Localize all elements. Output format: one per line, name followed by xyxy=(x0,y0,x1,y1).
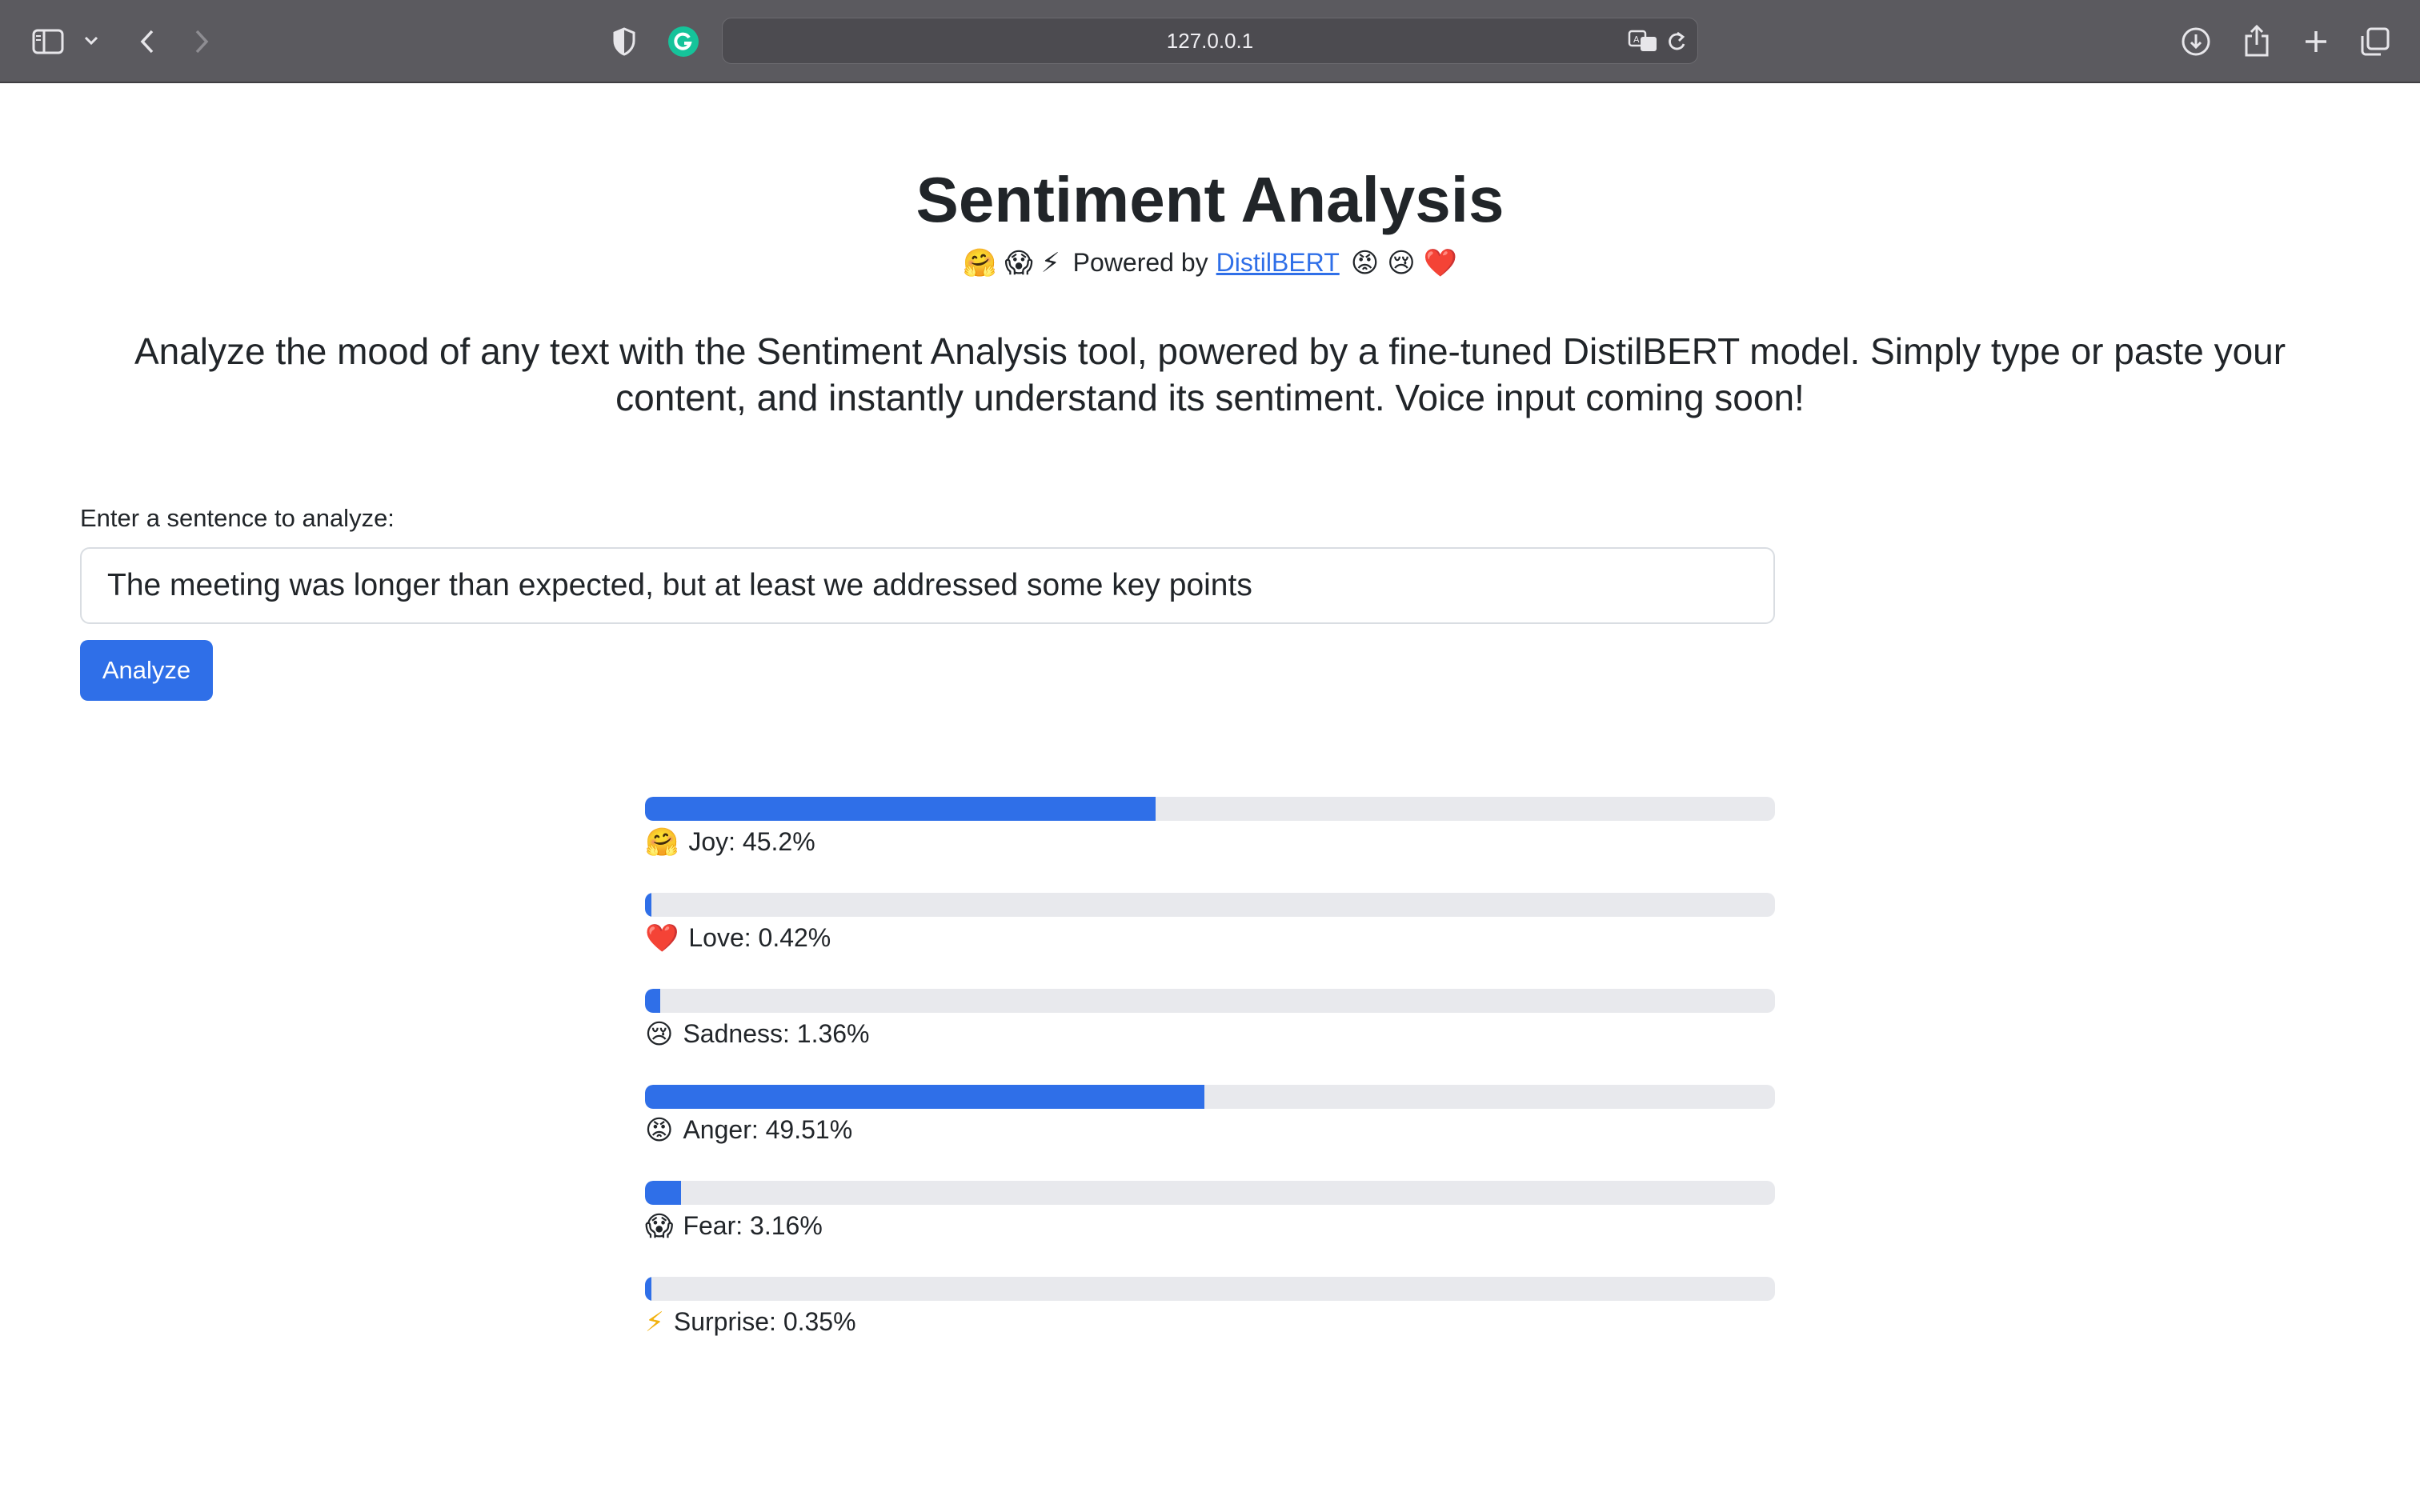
translate-icon[interactable]: A xyxy=(1627,26,1659,55)
progress-fill xyxy=(645,1181,681,1205)
distilbert-link[interactable]: DistilBERT xyxy=(1216,248,1340,278)
intro-description: Analyze the mood of any text with the Se… xyxy=(134,330,2286,418)
downloads-icon[interactable] xyxy=(2178,24,2214,59)
forward-icon[interactable] xyxy=(186,24,218,59)
result-text: Sadness: 1.36% xyxy=(683,1019,870,1048)
result-item-surprise: ⚡ Surprise: 0.35% xyxy=(645,1277,1775,1373)
result-label-row: 😡 Anger: 49.51% xyxy=(645,1115,852,1145)
privacy-shield-icon[interactable] xyxy=(610,24,639,59)
result-item-love: ❤️ Love: 0.42% xyxy=(645,893,1775,989)
result-label-row: ⚡ Surprise: 0.35% xyxy=(645,1307,856,1337)
angry-emoji-icon: 😡 xyxy=(1350,246,1380,279)
progress-fill xyxy=(645,1277,652,1301)
powered-by-line: 🤗 😱 ⚡ Powered by DistilBERT 😡 😢 ❤️ xyxy=(0,248,2420,278)
reload-icon[interactable] xyxy=(1664,28,1689,54)
progress-fill xyxy=(645,1085,1205,1109)
sentence-input[interactable] xyxy=(80,547,1775,624)
sidebar-toggle-icon[interactable] xyxy=(29,24,67,59)
progress-fill xyxy=(645,989,661,1013)
results-list: 🤗 Joy: 45.2% ❤️ Love: 0.42% 😢 Sadness: 1… xyxy=(645,797,1775,1373)
crying-emoji-icon: 😢 xyxy=(645,1018,674,1050)
progress-track xyxy=(645,1277,1775,1301)
result-text: Joy: 45.2% xyxy=(688,827,815,856)
progress-track xyxy=(645,797,1775,821)
share-icon[interactable] xyxy=(2239,21,2274,61)
result-item-anger: 😡 Anger: 49.51% xyxy=(645,1085,1775,1181)
progress-track xyxy=(645,989,1775,1013)
result-label-row: ❤️ Love: 0.42% xyxy=(645,923,831,953)
new-tab-icon[interactable] xyxy=(2298,24,2334,59)
result-item-fear: 😱 Fear: 3.16% xyxy=(645,1181,1775,1277)
progress-track xyxy=(645,1181,1775,1205)
svg-text:A: A xyxy=(1633,34,1640,45)
url-text: 127.0.0.1 xyxy=(1166,28,1254,53)
analyze-button[interactable]: Analyze xyxy=(80,640,213,701)
scream-emoji-icon: 😱 xyxy=(1004,246,1033,279)
grammarly-extension-icon[interactable] xyxy=(667,26,699,58)
page-title: Sentiment Analysis xyxy=(916,164,1504,235)
hugging-face-emoji-icon: 🤗 xyxy=(645,826,679,858)
powered-by-text: Powered by xyxy=(1072,248,1208,277)
result-label-row: 😢 Sadness: 1.36% xyxy=(645,1019,870,1049)
progress-fill xyxy=(645,797,1156,821)
hugging-face-emoji-icon: 🤗 xyxy=(963,246,997,279)
progress-track xyxy=(645,1085,1775,1109)
browser-toolbar: 127.0.0.1 A xyxy=(0,0,2420,83)
page-content: Sentiment Analysis 🤗 😱 ⚡ Powered by Dist… xyxy=(0,83,2420,1512)
result-text: Surprise: 0.35% xyxy=(673,1307,856,1336)
result-item-joy: 🤗 Joy: 45.2% xyxy=(645,797,1775,893)
heart-emoji-icon: ❤️ xyxy=(1423,246,1457,279)
scream-emoji-icon: 😱 xyxy=(645,1210,674,1242)
result-text: Fear: 3.16% xyxy=(683,1211,823,1240)
chevron-down-icon[interactable] xyxy=(80,29,102,53)
heart-emoji-icon: ❤️ xyxy=(645,922,679,954)
result-text: Anger: 49.51% xyxy=(683,1115,853,1144)
progress-track xyxy=(645,893,1775,917)
crying-emoji-icon: 😢 xyxy=(1387,246,1416,279)
tab-overview-icon[interactable] xyxy=(2358,24,2393,59)
address-bar[interactable]: 127.0.0.1 A xyxy=(722,18,1698,64)
result-text: Love: 0.42% xyxy=(688,923,831,952)
angry-emoji-icon: 😡 xyxy=(645,1114,674,1146)
result-label-row: 😱 Fear: 3.16% xyxy=(645,1211,823,1241)
back-icon[interactable] xyxy=(131,24,163,59)
lightning-emoji-icon: ⚡ xyxy=(1040,246,1060,279)
input-label: Enter a sentence to analyze: xyxy=(80,504,395,532)
progress-fill xyxy=(645,893,652,917)
result-label-row: 🤗 Joy: 45.2% xyxy=(645,827,815,857)
lightning-emoji-icon: ⚡ xyxy=(645,1306,664,1338)
result-item-sadness: 😢 Sadness: 1.36% xyxy=(645,989,1775,1085)
